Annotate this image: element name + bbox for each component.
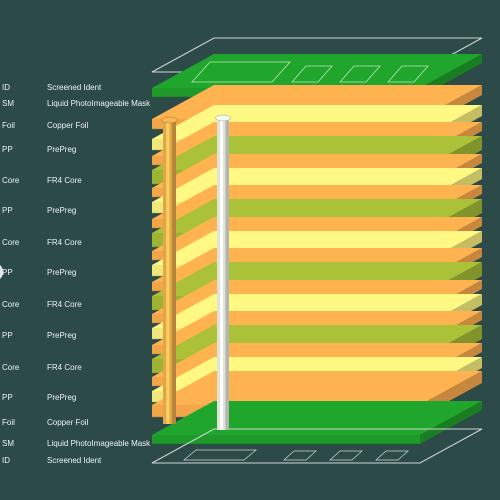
layer-code-3: Foil bbox=[2, 121, 15, 130]
layer-description-15: Screened Ident bbox=[47, 456, 102, 465]
bottom-pad-3 bbox=[375, 450, 409, 461]
layer-code-9: Core bbox=[2, 300, 20, 309]
layer-code-1: ID bbox=[2, 83, 10, 92]
layer-code-12: PP bbox=[2, 393, 13, 402]
layer-description-14: Liquid PhotoImageable Mask bbox=[47, 439, 151, 448]
bottom-pad-1 bbox=[283, 450, 317, 461]
layer-description-6: PrePreg bbox=[47, 206, 77, 215]
layer-code-15: ID bbox=[2, 456, 10, 465]
bottom-solder-mask-front bbox=[152, 435, 420, 444]
bottom-pad-2 bbox=[329, 450, 363, 461]
layer-description-2: Liquid PhotoImageable Mask bbox=[47, 99, 151, 108]
blind-via-top-rim bbox=[161, 116, 178, 124]
through-hole-via-shadow bbox=[225, 118, 229, 430]
layer-code-10: PP bbox=[2, 331, 13, 340]
through-hole-via-highlight bbox=[220, 118, 223, 430]
layer-description-1: Screened Ident bbox=[47, 83, 102, 92]
layer-code-11: Core bbox=[2, 363, 20, 372]
bottom-pad-large bbox=[183, 449, 257, 461]
blind-via-shadow bbox=[172, 120, 176, 424]
layer-code-13: Foil bbox=[2, 418, 15, 427]
layer-code-14: SM bbox=[2, 439, 14, 448]
layer-description-4: PrePreg bbox=[47, 145, 77, 154]
layer-code-5: Core bbox=[2, 176, 20, 185]
layer-code-8: PP bbox=[2, 268, 13, 277]
layer-description-8: PrePreg bbox=[47, 268, 77, 277]
layer-description-3: Copper Foil bbox=[47, 121, 89, 130]
layer-description-13: Copper Foil bbox=[47, 418, 89, 427]
blind-via-highlight bbox=[166, 120, 170, 424]
layer-description-12: PrePreg bbox=[47, 393, 77, 402]
layer-code-4: PP bbox=[2, 145, 13, 154]
layer-description-7: FR4 Core bbox=[47, 238, 82, 247]
pcb-stackup-diagram: ID Screened Ident SM Liquid PhotoImageable … bbox=[0, 0, 500, 500]
layer-code-2: SM bbox=[2, 99, 14, 108]
through-hole-via-top-rim bbox=[215, 114, 231, 122]
layer-description-11: FR4 Core bbox=[47, 363, 82, 372]
layer-description-10: PrePreg bbox=[47, 331, 77, 340]
layer-description-9: FR4 Core bbox=[47, 300, 82, 309]
layer-description-5: FR4 Core bbox=[47, 176, 82, 185]
layer-code-6: PP bbox=[2, 206, 13, 215]
layer-code-7: Core bbox=[2, 238, 20, 247]
